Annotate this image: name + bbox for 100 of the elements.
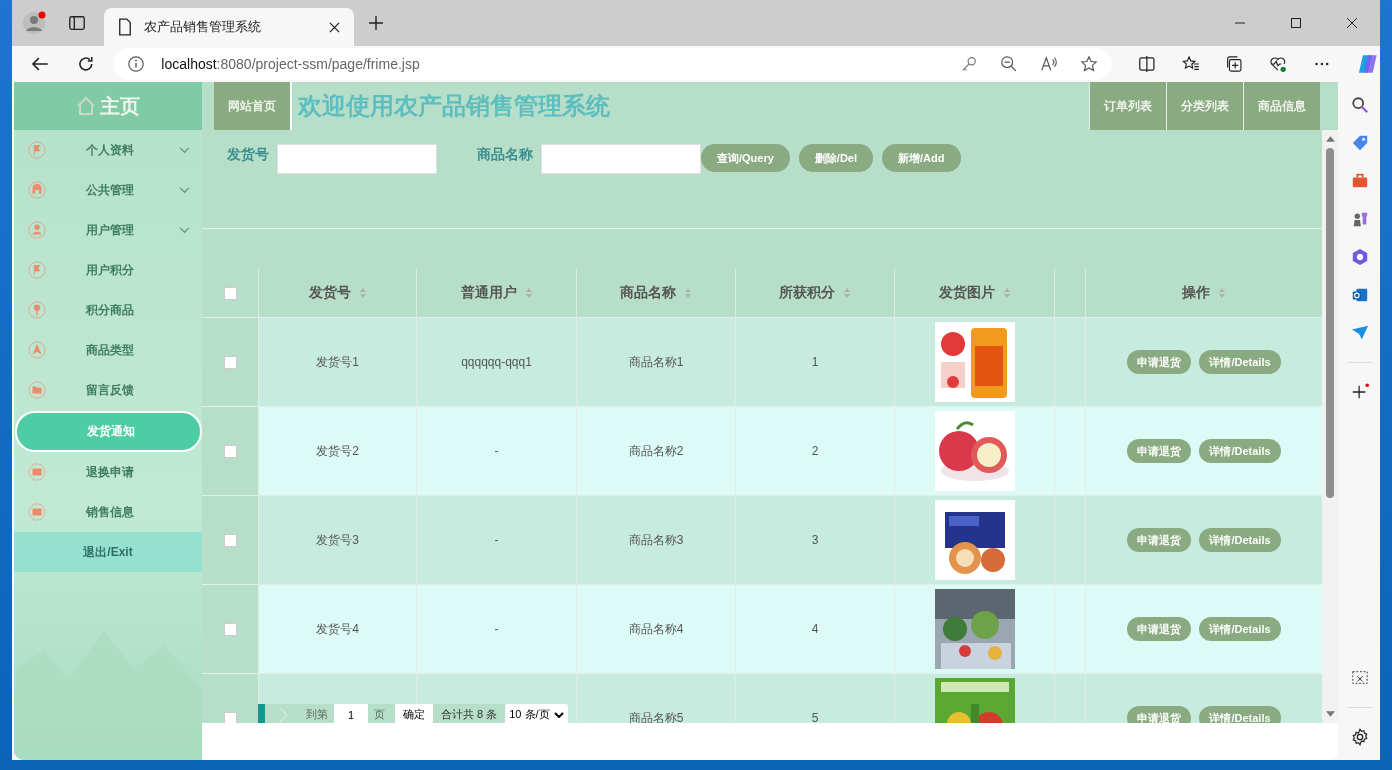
nav-button[interactable]: 订单列表 [1089,82,1166,130]
sidebar-item[interactable]: 个人资料 [14,130,202,170]
heartbeat-icon[interactable] [1269,55,1287,73]
avatar-icon[interactable] [22,11,46,35]
search-field[interactable] [541,144,701,174]
maximize-icon[interactable] [1290,17,1302,29]
row-action-button[interactable]: 详情/Details [1199,350,1281,374]
scroll-up-icon[interactable] [1325,136,1335,142]
table-cell: 3 [811,533,819,547]
table-cell: 商品名称1 [628,353,684,371]
nav-button[interactable]: 分类列表 [1166,82,1243,130]
table-cell: 2 [811,444,819,458]
sidebar-item[interactable]: 退换申请 [14,452,202,492]
favorite-star-icon[interactable] [1079,55,1098,73]
page-input[interactable]: 1 [334,704,368,723]
screen-icon [28,463,46,481]
flag-icon [28,261,46,279]
browser-tab[interactable]: 农产品销售管理系统 [104,8,354,46]
home-icon [76,96,96,116]
table-cell: - [494,622,499,636]
search-icon[interactable] [1351,96,1369,114]
row-action-button[interactable]: 申请退货 [1127,617,1192,641]
sidebar-item[interactable]: 积分商品 [14,290,202,330]
plus-icon[interactable] [1351,383,1369,401]
row-action-button[interactable]: 详情/Details [1199,528,1281,552]
collections-icon[interactable] [1225,55,1243,73]
mail-icon[interactable] [1351,286,1369,304]
table-cell: 发货号4 [316,620,359,638]
document-icon [118,18,132,36]
column-header[interactable]: 发货图片 [938,284,995,302]
flag-icon [28,141,46,159]
row-checkbox[interactable] [223,711,237,723]
row-action-button[interactable]: 申请退货 [1127,706,1192,723]
sidebar-item[interactable]: 用户管理 [14,210,202,250]
action-button[interactable]: 新增/Add [882,144,961,172]
table-cell: 商品名称2 [628,442,684,460]
sidebar-item[interactable]: 公共管理 [14,170,202,210]
plus-icon[interactable] [368,15,384,31]
split-screen-icon[interactable] [1137,55,1156,73]
settings-icon[interactable] [1351,728,1369,746]
confirm-button[interactable]: 确定 [395,704,433,723]
sidebar-item[interactable]: 发货通知 [15,411,202,452]
row-action-button[interactable]: 申请退货 [1127,350,1192,374]
row-action-button[interactable]: 详情/Details [1199,617,1281,641]
action-button[interactable]: 删除/Del [798,144,874,172]
chess-pieces-icon[interactable] [1351,210,1369,228]
column-header[interactable]: 普通用户 [460,284,517,302]
select-all-checkbox[interactable] [223,286,237,300]
nav-button[interactable]: 商品信息 [1243,82,1320,130]
home-label: 主页 [100,93,140,119]
favorites-list-icon[interactable] [1181,55,1200,73]
exit-button[interactable]: 退出/Exit [14,532,202,572]
table-cell: 发货号3 [316,531,359,549]
search-label: 商品名称 [477,146,533,164]
tab-list-icon[interactable] [68,14,86,32]
table-cell: 发货号2 [316,442,359,460]
toolbox-icon[interactable] [1351,172,1369,190]
close-icon[interactable] [329,21,340,33]
column-header[interactable]: 发货号 [308,284,351,302]
paper-plane-icon[interactable] [1351,324,1369,342]
total-count: 合计共 8 条 [440,707,499,722]
row-checkbox[interactable] [223,444,237,458]
hexagon-logo-icon[interactable] [1351,248,1369,266]
row-action-button[interactable]: 申请退货 [1127,528,1192,552]
scroll-down-icon[interactable] [1325,711,1335,717]
pager-bar [258,704,265,723]
sidebar-item[interactable]: 销售信息 [14,492,202,532]
row-checkbox[interactable] [223,622,237,636]
row-action-button[interactable]: 申请退货 [1127,439,1192,463]
column-header[interactable]: 商品名称 [620,284,676,302]
action-button[interactable]: 查询/Query [701,144,790,172]
arch-icon [28,181,46,199]
row-action-button[interactable]: 详情/Details [1199,706,1281,723]
close-icon[interactable] [1346,17,1358,29]
table-cell: qqqqqq-qqq1 [461,355,532,369]
zoom-out-icon[interactable] [999,55,1018,73]
sidebar-item[interactable]: 商品类型 [14,330,202,370]
screen-capture-icon[interactable] [1351,669,1369,687]
table-cell: 商品名称3 [628,531,684,549]
address-field[interactable]: localhost:8080/project-ssm/page/frime.jsp [113,48,1112,80]
table-cell: 4 [811,622,819,636]
info-icon[interactable] [127,55,146,73]
read-aloud-icon[interactable] [1039,55,1058,73]
system-title: 欢迎使用农产品销售管理系统 [298,91,610,121]
row-checkbox[interactable] [223,355,237,369]
person-icon [28,221,46,239]
column-header[interactable]: 操作 [1182,284,1210,302]
sidebar-item[interactable]: 留言反馈 [14,370,202,410]
page-size-select[interactable]: 10 条/页 [505,704,568,723]
scrollbar[interactable] [1322,130,1338,723]
tag-icon[interactable] [1351,134,1369,152]
row-checkbox[interactable] [223,533,237,547]
scrollbar-thumb[interactable] [1326,148,1334,498]
search-field[interactable] [277,144,437,174]
column-header[interactable]: 所获积分 [779,284,835,302]
sidebar-item[interactable]: 用户积分 [14,250,202,290]
table-cell: - [494,533,499,547]
home-link[interactable]: 网站首页 [214,82,292,130]
url-text: localhost:8080/project-ssm/page/frime.jsp [161,56,420,72]
row-action-button[interactable]: 详情/Details [1199,439,1281,463]
